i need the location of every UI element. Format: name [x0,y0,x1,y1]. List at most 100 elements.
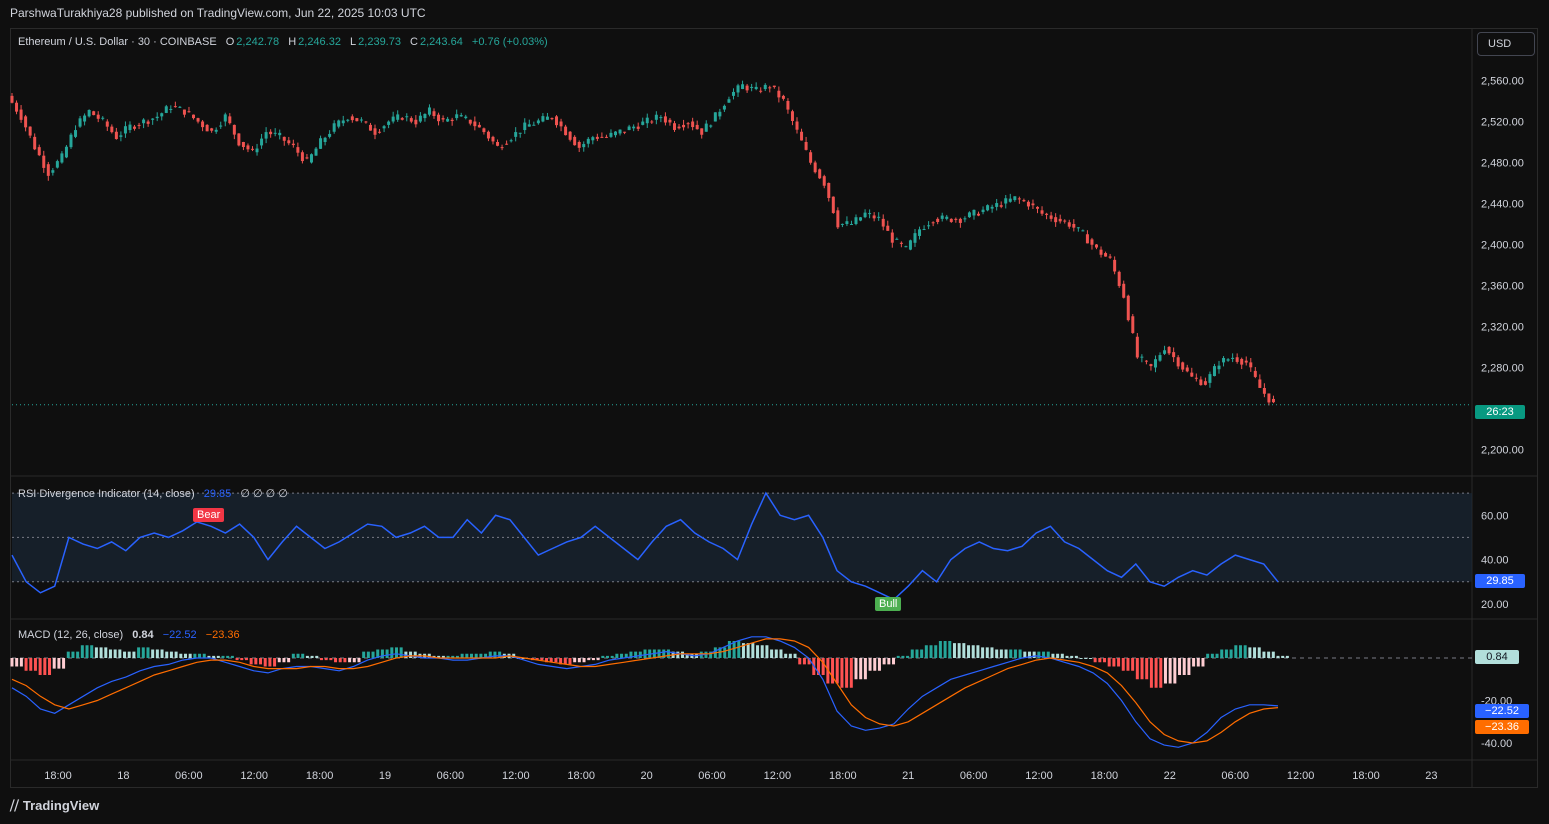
candle-body [350,116,354,121]
candle-body [772,85,776,88]
candle-body [754,86,758,90]
candle-body [677,126,681,129]
candle-body [287,140,291,144]
symbol-name: Ethereum / U.S. Dollar · 30 · COINBASE [18,36,217,48]
macd-hist-bar [319,658,323,661]
macd-hist-bar [48,658,52,675]
macd-hist-bar [235,658,239,661]
candle-body [877,216,881,218]
macd-hist-bar [1262,651,1266,658]
macd-hist-bar [216,655,220,658]
macd-hist-bar [76,651,80,658]
macd-hist-bar [1145,658,1149,680]
candle-body [573,136,577,146]
macd-hist-bar [1060,653,1064,658]
tradingview-footer[interactable]: ⧸⧸ TradingView [10,798,99,814]
open-value: 2,242.78 [236,36,280,48]
candle-body [482,128,486,133]
candle-body [205,124,209,132]
candle-body [523,122,527,131]
candle-body [146,121,150,124]
low-value: 2,239.73 [358,36,401,48]
candle-body [981,209,985,213]
candle-body [1131,316,1135,333]
currency-button[interactable]: USD [1477,32,1535,56]
candle-body [1094,244,1098,248]
candle-body [1267,393,1271,403]
candle-body [1067,222,1071,227]
candle-body [450,119,454,122]
macd-hist-bar [1004,649,1008,658]
candle-body [509,140,513,142]
candle-body [364,121,368,123]
candle-body [1235,357,1239,362]
candle-body [1063,220,1067,222]
candle-body [1271,398,1275,403]
candle-body [650,121,654,123]
macd-hist-bar [868,658,872,671]
macd-hist-bar [1234,645,1238,658]
candle-body [641,121,645,125]
candle-body [1226,359,1230,361]
macd-hist-bar [179,653,183,658]
macd-tick-label: -40.00 [1481,738,1512,750]
macd-hist-bar [849,658,853,688]
macd-hist-bar [1013,649,1017,658]
candle-body [936,218,940,222]
candle-body [913,233,917,243]
candle-body [899,242,903,244]
macd-hist-bar [920,649,924,658]
macd-hist-bar [390,647,394,658]
candle-body [1144,360,1148,362]
macd-hist-bar [587,658,591,661]
macd-hist-bar [357,658,361,663]
time-tick-label: 12:00 [1025,770,1053,782]
macd-hist-bar [554,658,558,663]
footer-brand: TradingView [22,798,100,813]
candle-body [618,129,622,134]
macd-hist-bar [1192,658,1196,667]
chart-canvas[interactable]: 2,560.00 2,520.00 2,480.00 2,440.00 2,400.00… [0,0,1549,824]
candle-body [500,147,504,149]
candle-body [169,108,173,110]
candle-body [1108,256,1112,258]
candle-body [895,238,899,240]
candle-body [173,106,177,108]
candle-body [890,232,894,243]
candle-body [977,213,981,216]
candle-body [400,118,404,120]
candle-body [822,176,826,186]
rsi-extra: ∅ ∅ ∅ ∅ [240,488,288,500]
time-tick-label: 12:00 [502,770,530,782]
macd-hist-bar [751,643,755,658]
macd-hist-bar [169,651,173,658]
candle-body [736,85,740,93]
candle-body [1199,379,1203,386]
candle-body [750,86,754,88]
candle-body [999,205,1003,207]
candle-body [1203,381,1207,385]
candle-body [142,119,146,124]
macd-hist-bar [596,658,600,661]
candle-body [582,144,586,148]
candle-body [496,142,500,146]
candle-body [609,132,613,137]
candle-body [868,213,872,215]
macd-hist-bar [244,658,248,661]
candle-body [114,131,118,140]
macd-hist-bar [634,651,638,658]
macd-hist-bar [165,651,169,658]
macd-hist-bar [1009,649,1013,658]
candle-body [1217,365,1221,370]
candle-body [672,123,676,130]
candle-body [659,117,663,119]
macd-hist-bar [924,645,928,658]
candle-body [995,203,999,207]
macd-hist-bar [240,658,244,661]
candle-body [155,116,159,119]
candle-body [192,114,196,119]
macd-hist-bar [123,651,127,658]
macd-hist-bar [348,658,352,663]
bear-signal-tag: Bear [193,508,225,522]
price-tick-label: 2,320.00 [1481,322,1524,334]
